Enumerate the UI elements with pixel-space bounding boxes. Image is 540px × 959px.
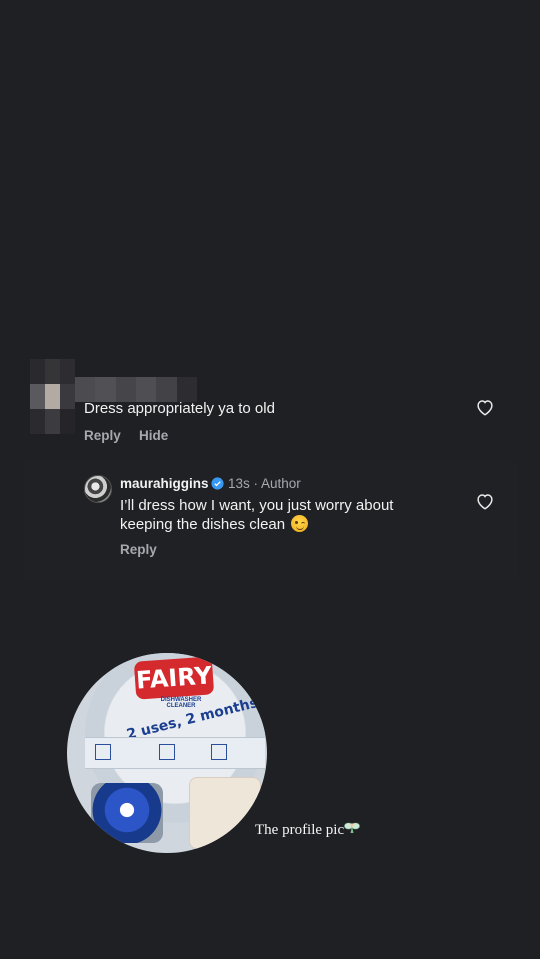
- product-info-band: [85, 737, 265, 769]
- comment-text: Dress appropriately ya to old: [84, 400, 275, 417]
- fairy-icon: [344, 822, 360, 833]
- caption-text: The profile pic: [255, 822, 345, 838]
- caption: The profile pic: [255, 821, 360, 839]
- like-reply-heart-icon[interactable]: [474, 490, 496, 512]
- profile-picture: FAIRY DISHWASHER CLEANER 2 uses, 2 month…: [67, 653, 267, 853]
- author-avatar[interactable]: [84, 475, 112, 503]
- reply-button[interactable]: Reply: [84, 428, 121, 443]
- reply-to-author-button[interactable]: Reply: [120, 542, 157, 557]
- winking-face-icon: [291, 515, 309, 532]
- hide-button[interactable]: Hide: [139, 428, 168, 443]
- like-heart-icon[interactable]: [474, 396, 496, 418]
- reply-text-content: I’ll dress how I want, you just worry ab…: [120, 497, 394, 533]
- fairy-logo: FAIRY: [133, 656, 215, 700]
- product-insert: [189, 777, 261, 849]
- censored-username: [75, 377, 197, 402]
- censored-avatar: [30, 359, 75, 435]
- author-username[interactable]: maurahiggins: [120, 476, 209, 491]
- dishwasher-tablet: [91, 783, 163, 843]
- reply-text: I’ll dress how I want, you just worry ab…: [120, 497, 450, 534]
- reply-meta: 13s · Author: [228, 476, 301, 491]
- verified-badge-icon: [211, 477, 224, 490]
